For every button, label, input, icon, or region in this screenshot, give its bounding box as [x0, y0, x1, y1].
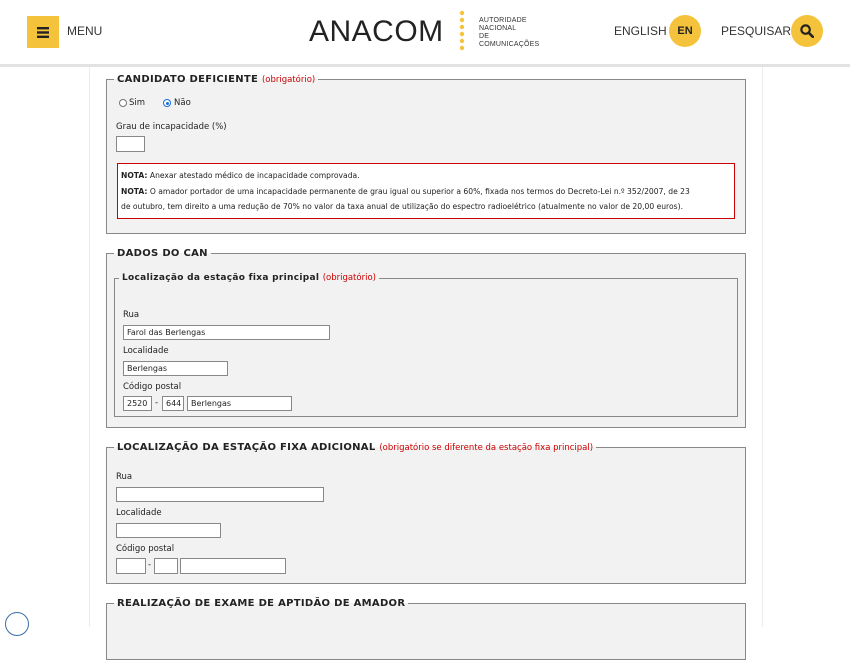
fieldset-estacao-adicional: LOCALIZAÇÃO DA ESTAÇÃO FIXA ADICIONAL (o… — [106, 442, 746, 584]
search-label[interactable]: PESQUISAR — [721, 24, 791, 38]
fieldset-estacao-principal: Localização da estação fixa principal (o… — [114, 273, 738, 417]
localidade-input[interactable] — [116, 523, 221, 538]
radio-sim-label[interactable]: Sim — [129, 98, 145, 108]
search-button[interactable] — [791, 15, 823, 47]
legend-text: CANDIDATO DEFICIENTE — [117, 74, 259, 85]
fieldset-dados-can: DADOS DO CAN Localização da estação fixa… — [106, 248, 746, 428]
rua-input[interactable] — [116, 487, 324, 502]
logo-sub-line: NACIONAL — [479, 25, 517, 32]
fieldset-legend: CANDIDATO DEFICIENTE (obrigatório) — [114, 74, 318, 85]
required-note: (obrigatório) — [322, 273, 376, 283]
codigo-postal-part1[interactable] — [116, 558, 146, 574]
localidade-label: Localidade — [123, 346, 169, 356]
radio-nao[interactable] — [163, 99, 171, 107]
codigo-postal-part1[interactable]: 2520 — [123, 396, 152, 411]
menu-label[interactable]: MENU — [67, 24, 102, 38]
language-label[interactable]: ENGLISH — [614, 24, 667, 38]
logo-sub-line: AUTORIDADE — [479, 17, 527, 24]
codigo-postal-part2[interactable]: 644 — [162, 396, 184, 411]
codigo-postal-label: Código postal — [123, 382, 182, 392]
codigo-postal-label: Código postal — [116, 544, 175, 554]
fieldset-exame-aptidao: REALIZAÇÃO DE EXAME DE APTIDÃO DE AMADOR — [106, 598, 746, 660]
codigo-postal-localidade[interactable]: Berlengas — [187, 396, 292, 411]
site-header: MENU ANACOM AUTORIDADE NACIONAL DE COMUN… — [0, 0, 850, 67]
logo-dots-icon — [459, 10, 465, 51]
fieldset-legend: LOCALIZAÇÃO DA ESTAÇÃO FIXA ADICIONAL (o… — [114, 442, 596, 453]
note-line: de outubro, tem direito a uma redução de… — [121, 202, 683, 212]
note-text: Anexar atestado médico de incapacidade c… — [147, 171, 360, 180]
logo-subtitle: AUTORIDADE NACIONAL DE COMUNICAÇÕES — [479, 17, 539, 49]
required-note: (obrigatório) — [261, 75, 316, 85]
grau-input[interactable] — [116, 136, 145, 152]
note-prefix: NOTA: — [121, 171, 148, 180]
required-note: (obrigatório se diferente da estação fix… — [379, 443, 594, 453]
rua-label: Rua — [123, 310, 140, 320]
codigo-separator: - — [148, 560, 152, 570]
fieldset-candidato-deficiente: CANDIDATO DEFICIENTE (obrigatório) Sim N… — [106, 74, 746, 234]
note-text: O amador portador de uma incapacidade pe… — [147, 186, 690, 196]
note-box: NOTA: Anexar atestado médico de incapaci… — [117, 163, 735, 219]
localidade-label: Localidade — [116, 508, 162, 518]
note-line: NOTA: O amador portador de uma incapacid… — [121, 184, 731, 200]
menu-button[interactable] — [27, 16, 59, 48]
logo-sub-line: DE COMUNICAÇÕES — [479, 33, 540, 48]
fieldset-legend: DADOS DO CAN — [117, 248, 208, 259]
note-line: NOTA: Anexar atestado médico de incapaci… — [121, 168, 731, 184]
radio-nao-label[interactable]: Não — [174, 98, 191, 108]
form-content: CANDIDATO DEFICIENTE (obrigatório) Sim N… — [89, 67, 763, 660]
logo-wordmark: ANACOM — [309, 15, 444, 48]
legend-text: LOCALIZAÇÃO DA ESTAÇÃO FIXA ADICIONAL — [117, 442, 376, 453]
codigo-postal-localidade[interactable] — [180, 558, 286, 574]
rua-input[interactable]: Farol das Berlengas — [123, 325, 330, 340]
codigo-separator: - — [155, 398, 159, 408]
hamburger-icon — [37, 26, 49, 38]
grau-label: Grau de incapacidade (%) — [116, 122, 227, 132]
floating-widget[interactable] — [5, 612, 29, 636]
language-button[interactable]: EN — [669, 15, 701, 47]
radio-sim[interactable] — [119, 99, 127, 107]
fieldset-legend: REALIZAÇÃO DE EXAME DE APTIDÃO DE AMADOR — [117, 598, 406, 609]
note-prefix: NOTA: — [121, 186, 148, 196]
localidade-input[interactable]: Berlengas — [123, 361, 228, 376]
search-icon — [800, 24, 814, 38]
fieldset-legend: Localização da estação fixa principal (o… — [119, 273, 379, 283]
rua-label: Rua — [116, 472, 133, 482]
legend-text: Localização da estação fixa principal — [122, 273, 320, 283]
codigo-postal-part2[interactable] — [154, 558, 178, 574]
